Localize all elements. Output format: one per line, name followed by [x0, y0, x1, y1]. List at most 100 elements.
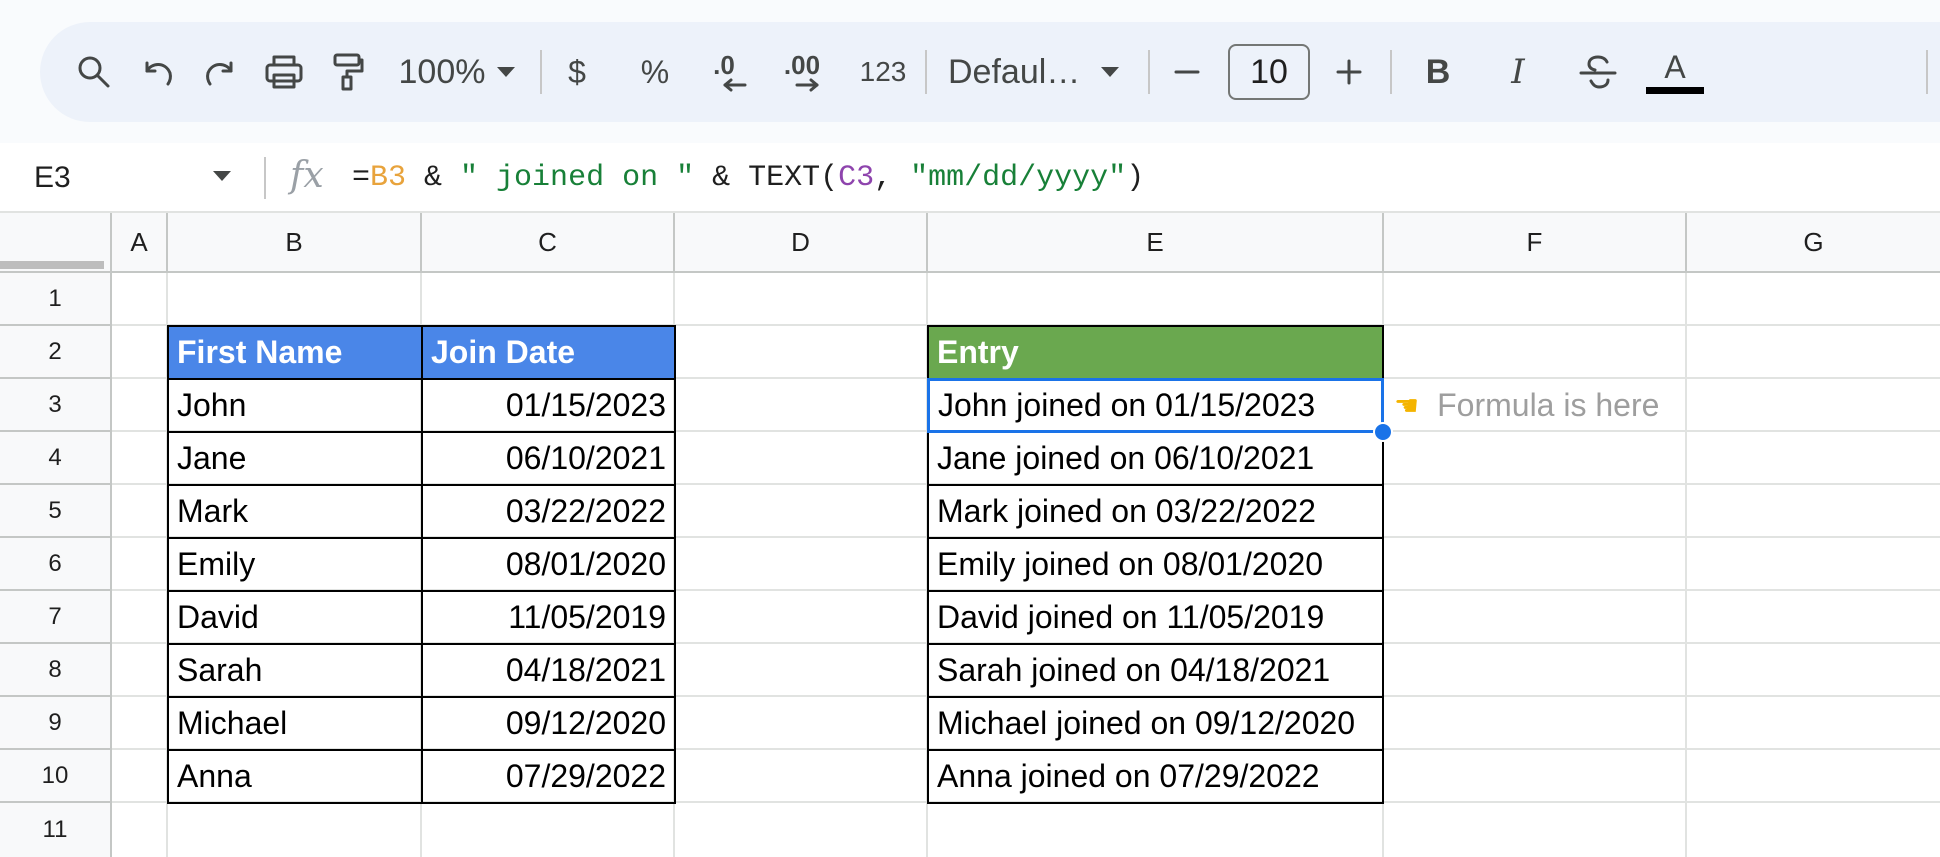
cell-e2-header[interactable]: Entry: [927, 325, 1384, 380]
entry-text: Mark joined on 03/22/2022: [937, 493, 1316, 529]
zoom-dropdown-button[interactable]: [490, 22, 522, 122]
italic-button[interactable]: I: [1490, 22, 1546, 122]
print-button[interactable]: [254, 22, 314, 122]
currency-label: $: [568, 53, 586, 90]
font-dropdown-button[interactable]: [1094, 22, 1126, 122]
caret-down-icon: [1101, 67, 1119, 77]
column-header-g[interactable]: G: [1687, 213, 1940, 273]
formula-amp: &: [406, 161, 461, 195]
bold-button[interactable]: B: [1410, 22, 1466, 122]
first-name: Michael: [177, 705, 288, 741]
cell-e6[interactable]: Emily joined on 08/01/2020: [927, 537, 1384, 592]
increase-decimal-button[interactable]: .00: [768, 22, 836, 122]
fx-icon: fx: [290, 155, 324, 196]
cell-b2-header[interactable]: First Name: [167, 325, 423, 380]
row-header-7[interactable]: 7: [0, 591, 112, 644]
percent-format-button[interactable]: %: [630, 22, 680, 122]
first-name: Sarah: [177, 652, 263, 688]
row-header-2[interactable]: 2: [0, 326, 112, 379]
increase-decimal-label: .00: [783, 50, 821, 80]
bold-label: B: [1425, 52, 1451, 91]
redo-button[interactable]: [192, 22, 248, 122]
column-label: G: [1803, 226, 1824, 257]
cell-e5[interactable]: Mark joined on 03/22/2022: [927, 484, 1384, 539]
row-header-11[interactable]: 11: [0, 803, 112, 857]
column-header-f[interactable]: F: [1384, 213, 1687, 273]
fx-label: fx: [290, 155, 324, 196]
first-name: Emily: [177, 546, 256, 582]
decrease-font-size-button[interactable]: [1162, 22, 1212, 122]
cell-c8[interactable]: 04/18/2021: [421, 643, 676, 698]
join-date: 06/10/2021: [505, 440, 666, 476]
font-family-select[interactable]: Defaul…: [940, 22, 1090, 122]
row-header-8[interactable]: 8: [0, 644, 112, 697]
cell-b8[interactable]: Sarah: [167, 643, 423, 698]
currency-format-button[interactable]: $: [552, 22, 602, 122]
zoom-select[interactable]: 100%: [392, 22, 492, 122]
row-header-10[interactable]: 10: [0, 750, 112, 803]
cell-c10[interactable]: 07/29/2022: [421, 749, 676, 804]
row-label: 10: [41, 761, 69, 789]
cell-e10[interactable]: Anna joined on 07/29/2022: [927, 749, 1384, 804]
cell-c9[interactable]: 09/12/2020: [421, 696, 676, 751]
cell-c6[interactable]: 08/01/2020: [421, 537, 676, 592]
cell-c4[interactable]: 06/10/2021: [421, 431, 676, 486]
cell-b6[interactable]: Emily: [167, 537, 423, 592]
cell-c7[interactable]: 11/05/2019: [421, 590, 676, 645]
cell-c2-header[interactable]: Join Date: [421, 325, 676, 380]
more-formats-button[interactable]: 123: [848, 22, 918, 122]
cell-e9[interactable]: Michael joined on 09/12/2020: [927, 696, 1384, 751]
column-header-e[interactable]: E: [928, 213, 1384, 273]
row-header-5[interactable]: 5: [0, 485, 112, 538]
cell-e7[interactable]: David joined on 11/05/2019: [927, 590, 1384, 645]
strikethrough-button[interactable]: [1570, 22, 1626, 122]
decrease-decimal-button[interactable]: .0: [692, 22, 756, 122]
undo-button[interactable]: [130, 22, 186, 122]
caret-down-icon[interactable]: [212, 170, 232, 182]
cell-b10[interactable]: Anna: [167, 749, 423, 804]
strikethrough-icon: [1579, 55, 1617, 89]
row-header-6[interactable]: 6: [0, 538, 112, 591]
name-box[interactable]: E3: [34, 143, 71, 213]
row-header-1[interactable]: 1: [0, 273, 112, 326]
entry-text: Emily joined on 08/01/2020: [937, 546, 1324, 582]
entry-text: Jane joined on 06/10/2021: [937, 440, 1315, 476]
redo-icon: [206, 61, 233, 86]
join-date: 09/12/2020: [505, 705, 666, 741]
join-date: 01/15/2023: [505, 387, 666, 423]
cell-e3-selected[interactable]: John joined on 01/15/2023: [927, 378, 1384, 433]
cell-c5[interactable]: 03/22/2022: [421, 484, 676, 539]
arrow-left-icon: [723, 78, 747, 92]
minus-icon: [1174, 70, 1200, 74]
cell-b7[interactable]: David: [167, 590, 423, 645]
column-header-a[interactable]: A: [112, 213, 168, 273]
formula-input[interactable]: = B3 & " joined on " & TEXT(C3, "mm/dd/yy…: [352, 143, 1144, 213]
row-header-4[interactable]: 4: [0, 432, 112, 485]
cell-b5[interactable]: Mark: [167, 484, 423, 539]
fill-handle[interactable]: [1373, 422, 1393, 442]
cell-b9[interactable]: Michael: [167, 696, 423, 751]
paint-format-button[interactable]: [320, 22, 376, 122]
select-all-corner[interactable]: [0, 213, 112, 273]
font-family-value: Defaul…: [948, 52, 1081, 91]
first-name: John: [177, 387, 247, 423]
row-header-9[interactable]: 9: [0, 697, 112, 750]
cell-e8[interactable]: Sarah joined on 04/18/2021: [927, 643, 1384, 698]
column-header-b[interactable]: B: [168, 213, 422, 273]
column-label: C: [538, 226, 557, 257]
font-size-input[interactable]: 10: [1228, 44, 1310, 100]
row-label: 2: [48, 337, 62, 365]
cell-b4[interactable]: Jane: [167, 431, 423, 486]
frozen-row-handle[interactable]: [0, 261, 104, 269]
cell-c3[interactable]: 01/15/2023: [421, 378, 676, 433]
increase-font-size-button[interactable]: [1324, 22, 1374, 122]
column-header-d[interactable]: D: [675, 213, 928, 273]
search-menus-button[interactable]: [64, 22, 124, 122]
cell-e4[interactable]: Jane joined on 06/10/2021: [927, 431, 1384, 486]
column-header-c[interactable]: C: [422, 213, 675, 273]
cell-b3[interactable]: John: [167, 378, 423, 433]
row-header-3[interactable]: 3: [0, 379, 112, 432]
more-formats-label: 123: [859, 56, 907, 87]
join-date: 11/05/2019: [508, 599, 666, 635]
text-color-button[interactable]: A: [1640, 22, 1710, 122]
